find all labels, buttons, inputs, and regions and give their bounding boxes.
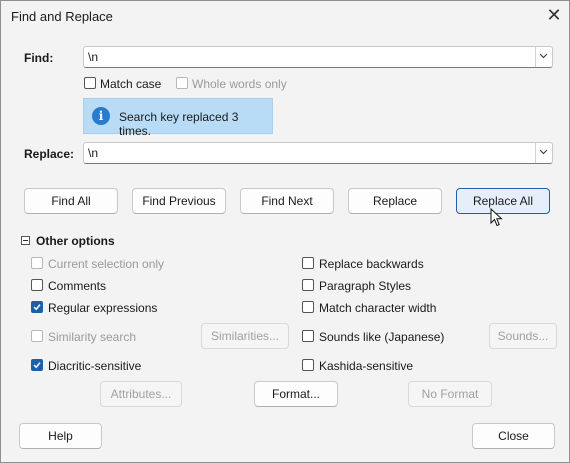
- find-input[interactable]: \n: [88, 50, 98, 64]
- find-replace-dialog: Find and Replace ✕ Find: \n Match case W…: [0, 0, 570, 463]
- replace-input[interactable]: \n: [88, 146, 98, 160]
- no-format-button[interactable]: No Format: [408, 381, 492, 407]
- window-title: Find and Replace: [11, 9, 113, 24]
- kashida-sensitive-label: Kashida-sensitive: [319, 359, 414, 373]
- replace-backwards-checkbox[interactable]: [302, 257, 314, 269]
- checkmark-icon: [33, 362, 41, 369]
- regular-expressions-checkbox[interactable]: [31, 301, 43, 313]
- current-selection-label: Current selection only: [48, 257, 165, 271]
- help-button[interactable]: Help: [19, 423, 102, 449]
- current-selection-checkbox[interactable]: [31, 257, 43, 269]
- sounds-button[interactable]: Sounds...: [489, 323, 557, 349]
- similarities-button[interactable]: Similarities...: [201, 323, 289, 349]
- replace-button[interactable]: Replace: [348, 188, 442, 214]
- close-button[interactable]: Close: [472, 423, 555, 449]
- similarity-search-checkbox[interactable]: [31, 330, 43, 342]
- whole-words-checkbox[interactable]: [176, 77, 188, 89]
- find-next-button[interactable]: Find Next: [240, 188, 334, 214]
- checkmark-icon: [33, 304, 41, 311]
- info-icon: i: [92, 107, 110, 125]
- sounds-like-label: Sounds like (Japanese): [319, 330, 445, 344]
- replace-dropdown-button[interactable]: [535, 143, 552, 163]
- comments-checkbox[interactable]: [31, 279, 43, 291]
- similarity-search-label: Similarity search: [48, 330, 137, 344]
- find-previous-button[interactable]: Find Previous: [132, 188, 226, 214]
- comments-label: Comments: [48, 279, 107, 293]
- diacritic-sensitive-label: Diacritic-sensitive: [48, 359, 142, 373]
- chevron-down-icon: [539, 53, 548, 59]
- attributes-button[interactable]: Attributes...: [100, 381, 182, 407]
- mouse-pointer-icon: [490, 208, 503, 227]
- replace-label: Replace:: [24, 147, 75, 161]
- diacritic-sensitive-checkbox[interactable]: [31, 359, 43, 371]
- match-case-label: Match case: [100, 77, 162, 91]
- info-bar: i Search key replaced 3 times.: [83, 98, 273, 138]
- match-character-width-checkbox[interactable]: [302, 301, 314, 313]
- whole-words-label: Whole words only: [192, 77, 287, 91]
- regular-expressions-label: Regular expressions: [48, 301, 158, 315]
- other-options-title[interactable]: Other options: [36, 234, 115, 248]
- collapse-toggle-icon[interactable]: [21, 236, 30, 245]
- close-window-icon[interactable]: ✕: [544, 6, 564, 26]
- match-character-width-label: Match character width: [319, 301, 437, 315]
- find-all-button[interactable]: Find All: [24, 188, 118, 214]
- match-case-checkbox[interactable]: [84, 77, 96, 89]
- find-dropdown-button[interactable]: [535, 47, 552, 67]
- sounds-like-checkbox[interactable]: [302, 330, 314, 342]
- paragraph-styles-checkbox[interactable]: [302, 279, 314, 291]
- format-button[interactable]: Format...: [254, 381, 338, 407]
- find-label: Find:: [24, 51, 54, 65]
- replace-backwards-label: Replace backwards: [319, 257, 424, 271]
- kashida-sensitive-checkbox[interactable]: [302, 359, 314, 371]
- chevron-down-icon: [539, 149, 548, 155]
- paragraph-styles-label: Paragraph Styles: [319, 279, 412, 293]
- info-message: Search key replaced 3 times.: [119, 110, 239, 138]
- replace-combobox[interactable]: \n: [83, 142, 553, 164]
- find-combobox[interactable]: \n: [83, 46, 553, 68]
